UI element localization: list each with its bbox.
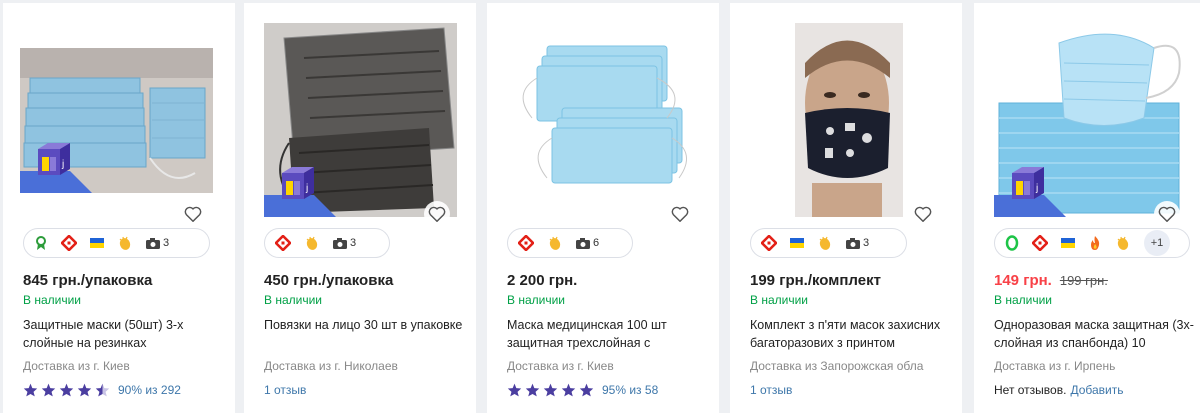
product-image[interactable] bbox=[507, 38, 700, 198]
product-reviews: 1 отзыв bbox=[264, 383, 306, 397]
product-price: 2 200 грн. bbox=[507, 272, 578, 289]
reviews-link[interactable]: 1 отзыв bbox=[264, 383, 306, 397]
star-icon bbox=[23, 383, 38, 397]
reviews-link[interactable]: 1 отзыв bbox=[750, 383, 792, 397]
camera-icon: 3 bbox=[846, 237, 869, 249]
delivery-icon bbox=[761, 235, 777, 251]
feature-chips: +1 bbox=[994, 228, 1190, 258]
product-image[interactable]: j bbox=[20, 48, 213, 193]
delivery-location: Доставка из г. Киев bbox=[507, 359, 614, 373]
product-price: 450 грн./упаковка bbox=[264, 272, 394, 289]
product-price: 199 грн./комплект bbox=[750, 272, 881, 289]
jysk-badge-icon: j bbox=[20, 141, 92, 193]
product-rating: 90% из 292 bbox=[23, 383, 181, 397]
camera-icon: 6 bbox=[576, 237, 599, 249]
product-rating: 95% из 58 bbox=[507, 383, 658, 397]
add-review-link[interactable]: Добавить bbox=[1070, 383, 1123, 397]
ukraine-flag-icon bbox=[1061, 238, 1075, 248]
award-icon bbox=[34, 236, 48, 250]
clap-icon bbox=[547, 235, 563, 251]
product-title[interactable]: Маска медицинская 100 шт защитная трехсл… bbox=[507, 316, 707, 352]
product-price: 845 грн./упаковка bbox=[23, 272, 153, 289]
no-reviews-text: Нет отзывов. bbox=[994, 383, 1067, 397]
delivery-icon bbox=[1032, 235, 1048, 251]
delivery-location: Доставка из г. Ирпень bbox=[994, 359, 1116, 373]
stock-status: В наличии bbox=[264, 293, 323, 307]
delivery-location: Доставка из г. Киев bbox=[23, 359, 130, 373]
product-title[interactable]: Комплект з п'яти масок захисних багатора… bbox=[750, 316, 950, 352]
delivery-location: Доставка из г. Николаев bbox=[264, 359, 398, 373]
rating-percent-link[interactable]: 95% из 58 bbox=[602, 383, 658, 397]
feature-chips: 3 bbox=[750, 228, 907, 258]
ukraine-flag-icon bbox=[790, 238, 804, 248]
ukraine-flag-icon bbox=[90, 238, 104, 248]
product-card[interactable]: j 3 845 грн./упаковка В наличии Защитные… bbox=[3, 3, 235, 413]
delivery-icon bbox=[61, 235, 77, 251]
product-title[interactable]: Защитные маски (50шт) 3-х слойные на рез… bbox=[23, 316, 223, 352]
old-price: 199 грн. bbox=[1059, 273, 1108, 288]
star-icon bbox=[507, 383, 522, 397]
rating-stars bbox=[507, 383, 594, 397]
star-icon bbox=[41, 383, 56, 397]
rating-percent-link[interactable]: 90% из 292 bbox=[118, 383, 181, 397]
product-price: 149 грн. 199 грн. bbox=[994, 272, 1108, 289]
product-title[interactable]: Одноразовая маска защитная (3х-слойная и… bbox=[994, 316, 1194, 352]
feature-chips: 3 bbox=[23, 228, 210, 258]
rating-stars bbox=[23, 383, 110, 397]
svg-text:j: j bbox=[305, 183, 308, 194]
favorite-heart-icon[interactable] bbox=[910, 201, 936, 227]
stock-status: В наличии bbox=[507, 293, 566, 307]
clap-icon bbox=[1115, 235, 1131, 251]
camera-icon: 3 bbox=[146, 237, 169, 249]
svg-text:j: j bbox=[61, 159, 64, 170]
svg-text:j: j bbox=[1035, 183, 1038, 194]
star-icon bbox=[561, 383, 576, 397]
favorite-heart-icon[interactable] bbox=[424, 201, 450, 227]
product-card[interactable]: 6 2 200 грн. В наличии Маска медицинская… bbox=[487, 3, 719, 413]
half-star-icon bbox=[95, 383, 110, 397]
star-icon bbox=[579, 383, 594, 397]
product-title[interactable]: Повязки на лицо 30 шт в упаковке bbox=[264, 316, 464, 352]
stock-status: В наличии bbox=[750, 293, 809, 307]
delivery-icon bbox=[518, 235, 534, 251]
favorite-heart-icon[interactable] bbox=[667, 201, 693, 227]
favorite-heart-icon[interactable] bbox=[1154, 201, 1180, 227]
product-reviews: Нет отзывов. Добавить bbox=[994, 383, 1123, 397]
clap-icon bbox=[117, 235, 133, 251]
star-icon bbox=[77, 383, 92, 397]
fire-icon bbox=[1088, 235, 1102, 251]
o-badge-icon bbox=[1005, 235, 1019, 251]
jysk-badge-icon: j bbox=[994, 165, 1066, 217]
product-reviews: 1 отзыв bbox=[750, 383, 792, 397]
more-features-button[interactable]: +1 bbox=[1144, 230, 1170, 256]
product-card[interactable]: j 3 450 грн./упаковка В наличии Повязки … bbox=[244, 3, 476, 413]
jysk-badge-icon: j bbox=[264, 165, 336, 217]
stock-status: В наличии bbox=[23, 293, 82, 307]
sale-price: 149 грн. bbox=[994, 272, 1052, 289]
star-icon bbox=[525, 383, 540, 397]
product-card[interactable]: j +1 149 грн. 199 грн. В наличии Однораз… bbox=[974, 3, 1200, 413]
product-grid: j 3 845 грн./упаковка В наличии Защитные… bbox=[0, 0, 1200, 413]
clap-icon bbox=[304, 235, 320, 251]
product-image[interactable]: j bbox=[264, 23, 457, 217]
feature-chips: 6 bbox=[507, 228, 633, 258]
product-image[interactable]: j bbox=[994, 23, 1187, 217]
feature-chips: 3 bbox=[264, 228, 390, 258]
camera-icon: 3 bbox=[333, 237, 356, 249]
delivery-location: Доставка из Запорожская обла bbox=[750, 359, 924, 373]
favorite-heart-icon[interactable] bbox=[180, 201, 206, 227]
star-icon bbox=[59, 383, 74, 397]
product-image[interactable] bbox=[750, 23, 943, 217]
star-icon bbox=[543, 383, 558, 397]
stock-status: В наличии bbox=[994, 293, 1053, 307]
product-card[interactable]: 3 199 грн./комплект В наличии Комплект з… bbox=[730, 3, 962, 413]
delivery-icon bbox=[275, 235, 291, 251]
clap-icon bbox=[817, 235, 833, 251]
